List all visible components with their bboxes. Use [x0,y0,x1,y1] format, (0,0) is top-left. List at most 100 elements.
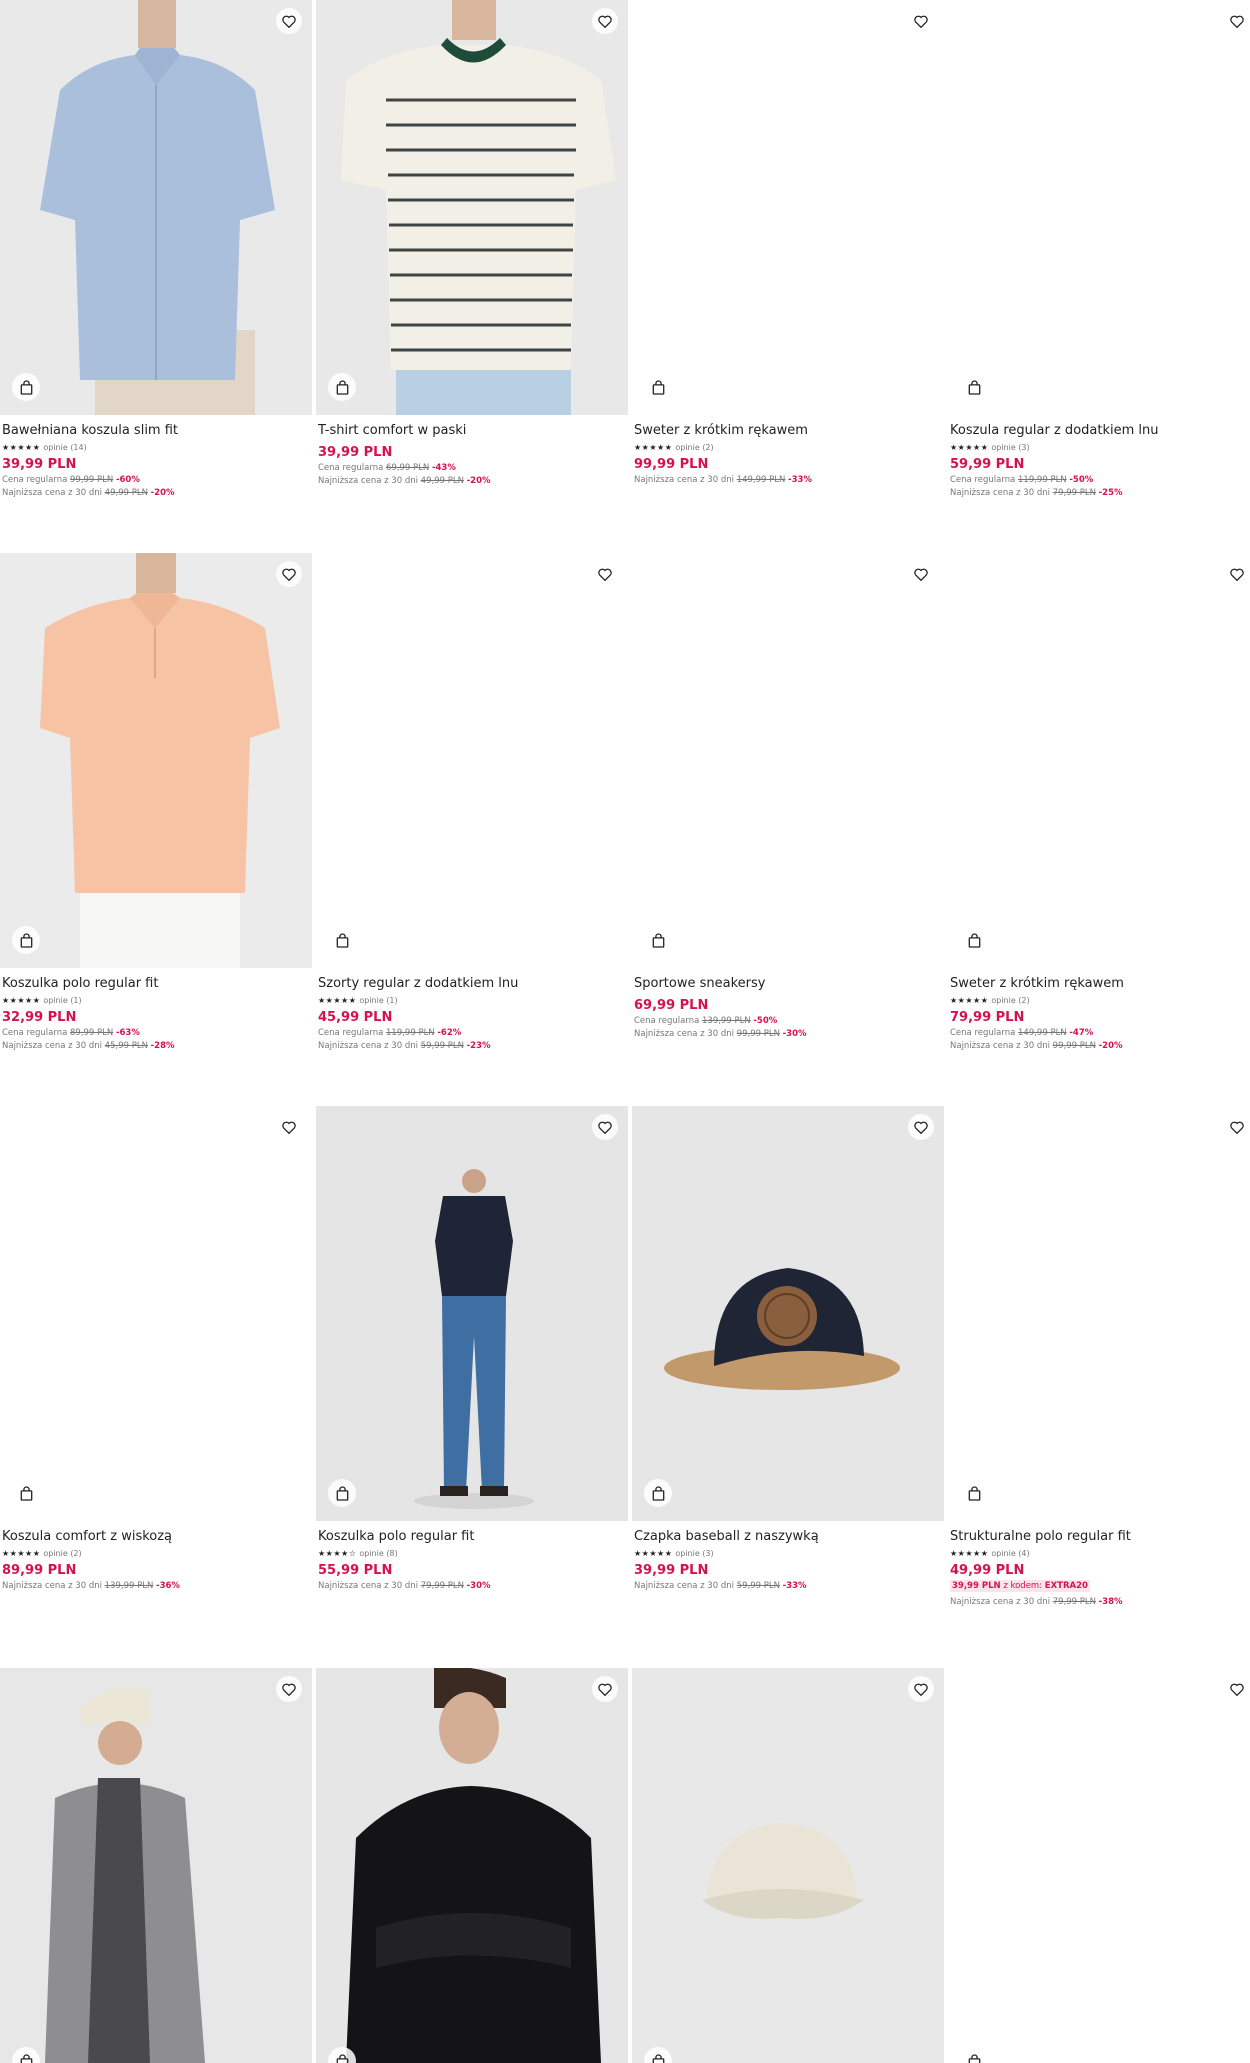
product-name[interactable]: Sportowe sneakersy [634,976,942,991]
promo-code: EXTRA20 [1044,1581,1088,1591]
product-name[interactable]: Szorty regular z dodatkiem lnu [318,976,626,991]
add-to-bag-icon[interactable] [644,926,672,954]
product-rating: ★★★★★ opinie (1) [318,995,626,1005]
regular-discount: -50% [753,1016,778,1026]
lowest-old-price: 59,99 PLN [736,1581,780,1591]
product-image[interactable] [316,0,628,415]
add-to-bag-icon[interactable] [12,373,40,401]
review-count[interactable]: opinie (8) [359,1549,397,1558]
lowest-price-line: Najniższa cena z 30 dni 79,99 PLN -25% [950,488,1250,498]
review-count[interactable]: opinie (3) [675,1549,713,1558]
product-image[interactable] [632,553,944,968]
product-info: Koszula regular z dodatkiem lnu ★★★★★ opi… [950,423,1250,498]
lowest-price-label: Najniższa cena z 30 dni [318,1581,418,1591]
regular-discount: -62% [437,1028,462,1038]
product-image[interactable] [948,1106,1250,1521]
review-count[interactable]: opinie (1) [43,996,81,1005]
product-image[interactable] [948,1668,1250,2063]
product-info: Koszulka polo regular fit ★★★★★ opinie (1… [2,976,310,1051]
product-name[interactable]: Strukturalne polo regular fit [950,1529,1250,1544]
product-price: 49,99 PLN [950,1563,1025,1578]
product-image[interactable] [316,1106,628,1521]
wishlist-heart-icon[interactable] [592,1676,618,1702]
wishlist-heart-icon[interactable] [908,1676,934,1702]
add-to-bag-icon[interactable] [12,1479,40,1507]
lowest-old-price: 99,99 PLN [736,1029,780,1039]
rating-stars: ★★★★★ [950,442,989,452]
regular-old-price: 89,99 PLN [70,1028,114,1038]
lowest-price-line: Najniższa cena z 30 dni 79,99 PLN -38% [950,1597,1250,1607]
add-to-bag-icon[interactable] [328,1479,356,1507]
product-price: 89,99 PLN [2,1563,77,1578]
wishlist-heart-icon[interactable] [592,8,618,34]
product-info: Koszulka polo regular fit ★★★★☆ opinie (8… [318,1529,626,1591]
review-count[interactable]: opinie (4) [991,1549,1029,1558]
wishlist-heart-icon[interactable] [592,561,618,587]
product-image[interactable] [0,1106,312,1521]
product-image[interactable] [316,553,628,968]
add-to-bag-icon[interactable] [960,1479,988,1507]
product-image[interactable] [632,1106,944,1521]
product-image[interactable] [632,1668,944,2063]
product-image[interactable] [0,0,312,415]
wishlist-heart-icon[interactable] [276,8,302,34]
lowest-discount: -20% [150,488,175,498]
wishlist-heart-icon[interactable] [908,1114,934,1140]
product-image[interactable] [316,1668,628,2063]
wishlist-heart-icon[interactable] [908,8,934,34]
wishlist-heart-icon[interactable] [1224,1676,1250,1702]
wishlist-heart-icon[interactable] [592,1114,618,1140]
review-count[interactable]: opinie (1) [359,996,397,1005]
regular-old-price: 69,99 PLN [386,463,430,473]
product-price: 55,99 PLN [318,1563,393,1578]
product-image[interactable] [948,553,1250,968]
product-name[interactable]: Koszulka polo regular fit [318,1529,626,1544]
product-name[interactable]: Koszulka polo regular fit [2,976,310,991]
lowest-old-price: 99,99 PLN [1052,1041,1096,1051]
review-count[interactable]: opinie (14) [43,443,86,452]
product-name[interactable]: Koszula regular z dodatkiem lnu [950,423,1250,438]
lowest-price-label: Najniższa cena z 30 dni [950,1041,1050,1051]
wishlist-heart-icon[interactable] [1224,1114,1250,1140]
product-name[interactable]: Sweter z krótkim rękawem [634,423,942,438]
wishlist-heart-icon[interactable] [1224,8,1250,34]
wishlist-heart-icon[interactable] [276,561,302,587]
wishlist-heart-icon[interactable] [1224,561,1250,587]
regular-price-line: Cena regularna 89,99 PLN -63% [2,1028,310,1038]
regular-price-line: Cena regularna 149,99 PLN -47% [950,1028,1250,1038]
regular-old-price: 99,99 PLN [70,475,114,485]
product-name[interactable]: T-shirt comfort w paski [318,423,626,438]
lowest-discount: -33% [788,475,812,485]
product-name[interactable]: Czapka baseball z naszywką [634,1529,942,1544]
wishlist-heart-icon[interactable] [908,561,934,587]
review-count[interactable]: opinie (3) [991,443,1029,452]
product-image[interactable] [0,1668,312,2063]
product-name[interactable]: Sweter z krótkim rękawem [950,976,1250,991]
product-name[interactable]: Bawełniana koszula slim fit [2,423,310,438]
product-name[interactable]: Koszula comfort z wiskozą [2,1529,310,1544]
lowest-price-line: Najniższa cena z 30 dni 49,99 PLN -20% [318,476,626,486]
add-to-bag-icon[interactable] [644,1479,672,1507]
product-image[interactable] [632,0,944,415]
lowest-old-price: 79,99 PLN [1052,1597,1096,1607]
add-to-bag-icon[interactable] [960,926,988,954]
review-count[interactable]: opinie (2) [43,1549,81,1558]
rating-stars: ★★★★☆ [318,1548,357,1558]
add-to-bag-icon[interactable] [328,373,356,401]
wishlist-heart-icon[interactable] [276,1676,302,1702]
product-image[interactable] [0,553,312,968]
add-to-bag-icon[interactable] [12,926,40,954]
product-image[interactable] [948,0,1250,415]
add-to-bag-icon[interactable] [644,373,672,401]
review-count[interactable]: opinie (2) [675,443,713,452]
add-to-bag-icon[interactable] [960,373,988,401]
review-count[interactable]: opinie (2) [991,996,1029,1005]
lowest-price-label: Najniższa cena z 30 dni [634,475,734,485]
add-to-bag-icon[interactable] [328,926,356,954]
product-rating: ★★★★★ opinie (1) [2,995,310,1005]
lowest-price-line: Najniższa cena z 30 dni 149,99 PLN -33% [634,475,942,485]
product-price: 39,99 PLN [318,445,393,460]
add-to-bag-icon[interactable] [960,2047,988,2063]
wishlist-heart-icon[interactable] [276,1114,302,1140]
product-info: Czapka baseball z naszywką ★★★★★ opinie (… [634,1529,942,1591]
